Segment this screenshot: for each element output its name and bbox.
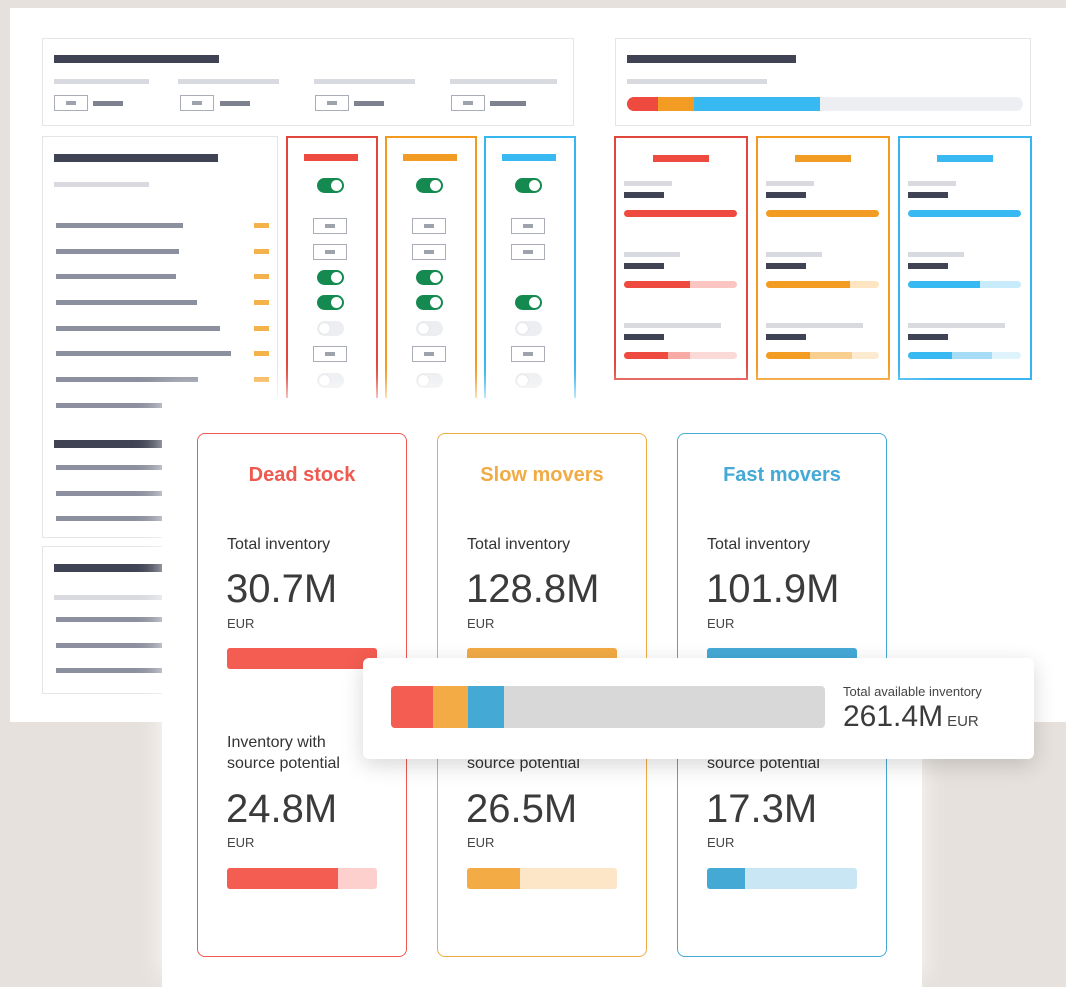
total-inventory-unit: EUR xyxy=(227,616,255,631)
source-potential-value: 17.3M xyxy=(706,787,818,831)
toggle-switch[interactable] xyxy=(515,321,542,336)
total-inventory-label: Total inventory xyxy=(467,536,571,553)
segment-dead-stock xyxy=(391,686,434,728)
total-inventory-label: Total inventory xyxy=(227,536,331,553)
card-title: Slow movers xyxy=(480,464,604,486)
filter-field[interactable] xyxy=(451,95,485,111)
total-inventory-bar xyxy=(227,648,377,669)
toggle-switch[interactable] xyxy=(515,295,542,310)
source-potential-value: 24.8M xyxy=(226,787,338,831)
summary-panel xyxy=(615,38,1031,126)
filter-field[interactable] xyxy=(180,95,214,111)
toggle-switch[interactable] xyxy=(416,295,443,310)
toggle-switch[interactable] xyxy=(317,321,344,336)
settings-column-slow xyxy=(385,136,477,416)
source-potential-unit: EUR xyxy=(227,835,255,850)
value-field[interactable] xyxy=(313,218,347,234)
source-potential-bar xyxy=(467,868,617,889)
total-inventory-unit: EUR xyxy=(707,616,735,631)
total-inventory-value: 101.9M xyxy=(706,567,840,611)
source-potential-unit: EUR xyxy=(467,835,495,850)
total-inventory-stacked-bar xyxy=(391,686,825,728)
total-inventory-label: Total inventory xyxy=(707,536,811,553)
toggle-switch[interactable] xyxy=(317,178,344,193)
source-potential-value: 26.5M xyxy=(466,787,578,831)
mini-card-slow xyxy=(756,136,890,380)
value-field[interactable] xyxy=(412,218,446,234)
source-potential-bar xyxy=(227,868,377,889)
mini-card-fast xyxy=(898,136,1032,380)
filter-field[interactable] xyxy=(315,95,349,111)
card-title: Dead stock xyxy=(248,464,356,486)
total-inventory-value: 128.8M xyxy=(466,567,600,611)
total-available-label: Total available inventory xyxy=(843,684,982,699)
source-potential-bar xyxy=(707,868,857,889)
total-available-unit: EUR xyxy=(947,713,979,730)
value-field[interactable] xyxy=(511,244,545,260)
toggle-switch[interactable] xyxy=(515,178,542,193)
toggle-switch[interactable] xyxy=(317,373,344,388)
segment-slow-movers xyxy=(433,686,469,728)
total-inventory-unit: EUR xyxy=(467,616,495,631)
value-field[interactable] xyxy=(511,218,545,234)
toggle-switch[interactable] xyxy=(416,270,443,285)
source-potential-unit: EUR xyxy=(707,835,735,850)
toggle-switch[interactable] xyxy=(416,178,443,193)
filter-panel xyxy=(42,38,574,126)
segment-fast-movers xyxy=(468,686,505,728)
settings-column-fast xyxy=(484,136,576,416)
value-field[interactable] xyxy=(511,346,545,362)
filter-field[interactable] xyxy=(54,95,88,111)
settings-column-dead xyxy=(286,136,378,416)
value-field[interactable] xyxy=(412,244,446,260)
total-inventory-value: 30.7M xyxy=(226,567,338,611)
toggle-switch[interactable] xyxy=(317,295,344,310)
toggle-switch[interactable] xyxy=(416,373,443,388)
toggle-switch[interactable] xyxy=(317,270,344,285)
value-field[interactable] xyxy=(313,346,347,362)
total-available-amount: 261.4M xyxy=(843,700,944,733)
value-field[interactable] xyxy=(412,346,446,362)
toggle-switch[interactable] xyxy=(515,373,542,388)
total-available-value: 261.4M EUR xyxy=(843,700,979,734)
mini-card-dead xyxy=(614,136,748,380)
value-field[interactable] xyxy=(313,244,347,260)
source-potential-label: Inventory with source potential xyxy=(227,734,340,772)
total-inventory-popup: Total available inventory 261.4M EUR xyxy=(363,658,1034,759)
toggle-switch[interactable] xyxy=(416,321,443,336)
card-title: Fast movers xyxy=(723,464,841,486)
